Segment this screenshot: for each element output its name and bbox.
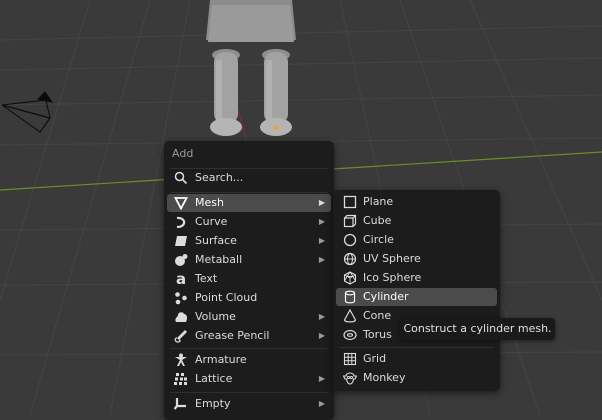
add-menu-item-metaball[interactable]: Metaball ▶ <box>167 251 331 269</box>
mesh-item-plane[interactable]: Plane <box>336 193 497 211</box>
mesh-item-cube[interactable]: Cube <box>336 212 497 230</box>
search-label: Search... <box>195 171 244 184</box>
menu-item-label: Grid <box>363 352 387 365</box>
uv-sphere-icon <box>343 252 357 266</box>
mesh-item-cylinder[interactable]: Cylinder <box>336 288 497 306</box>
add-menu-item-text[interactable]: a Text <box>167 270 331 288</box>
add-menu-item-lattice[interactable]: Lattice ▶ <box>167 370 331 388</box>
menu-item-label: UV Sphere <box>363 252 421 265</box>
mesh-submenu: Plane Cube Circle UV Sphere Ico Sphere C… <box>333 190 500 391</box>
add-menu-item-armature[interactable]: Armature <box>167 351 331 369</box>
submenu-arrow-icon: ▶ <box>318 198 325 207</box>
menu-item-label: Monkey <box>363 371 406 384</box>
menu-item-label: Grease Pencil <box>195 329 270 342</box>
add-menu-title: Add <box>172 147 194 160</box>
cube-icon <box>343 214 357 228</box>
mesh-item-monkey[interactable]: Monkey <box>336 369 497 387</box>
point-cloud-icon <box>174 291 188 305</box>
add-menu-item-empty[interactable]: Empty ▶ <box>167 395 331 413</box>
menu-item-label: Curve <box>195 215 228 228</box>
mesh-item-grid[interactable]: Grid <box>336 350 497 368</box>
separator <box>170 348 328 349</box>
add-menu-item-point-cloud[interactable]: Point Cloud <box>167 289 331 307</box>
torus-icon <box>343 328 357 342</box>
menu-item-label: Metaball <box>195 253 243 266</box>
cone-icon <box>343 309 357 323</box>
circle-icon <box>343 233 357 247</box>
grease-pencil-icon <box>174 329 188 343</box>
submenu-arrow-icon: ▶ <box>318 331 325 340</box>
menu-item-label: Ico Sphere <box>363 271 422 284</box>
menu-item-label: Volume <box>195 310 236 323</box>
add-menu-item-curve[interactable]: Curve ▶ <box>167 213 331 231</box>
submenu-arrow-icon: ▶ <box>318 236 325 245</box>
menu-item-label: Plane <box>363 195 394 208</box>
menu-item-label: Armature <box>195 353 247 366</box>
mesh-icon <box>174 196 188 210</box>
cylinder-tooltip: Construct a cylinder mesh. <box>400 318 555 340</box>
add-menu-item-mesh[interactable]: Mesh ▶ <box>167 194 331 212</box>
character-model[interactable] <box>206 0 296 136</box>
empty-icon <box>174 397 188 411</box>
monkey-icon <box>343 371 357 385</box>
surface-icon <box>174 234 188 248</box>
ico-sphere-icon <box>343 271 357 285</box>
mesh-item-uv-sphere[interactable]: UV Sphere <box>336 250 497 268</box>
search-item[interactable]: Search... <box>168 169 330 187</box>
cylinder-icon <box>343 290 357 304</box>
metaball-icon <box>174 253 188 267</box>
menu-item-label: Point Cloud <box>195 291 258 304</box>
submenu-arrow-icon: ▶ <box>318 255 325 264</box>
plane-icon <box>343 195 357 209</box>
menu-item-label: Lattice <box>195 372 233 385</box>
mesh-item-circle[interactable]: Circle <box>336 231 497 249</box>
menu-item-label: Torus <box>363 328 392 341</box>
camera-object[interactable] <box>1 91 54 133</box>
add-menu-item-grease-pencil[interactable]: Grease Pencil ▶ <box>167 327 331 345</box>
menu-item-label: Cone <box>363 309 392 322</box>
menu-item-label: Mesh <box>195 196 224 209</box>
submenu-arrow-icon: ▶ <box>318 217 325 226</box>
add-menu-item-volume[interactable]: Volume ▶ <box>167 308 331 326</box>
lattice-icon <box>174 372 188 386</box>
submenu-arrow-icon: ▶ <box>318 374 325 383</box>
menu-item-label: Cylinder <box>363 290 409 303</box>
text-icon: a <box>175 270 187 288</box>
separator <box>339 347 494 348</box>
separator <box>170 192 328 193</box>
curve-icon <box>174 215 188 229</box>
grid-icon <box>343 352 357 366</box>
menu-item-label: Empty <box>195 397 231 410</box>
add-menu: Add Search... Mesh ▶ Curve ▶ Surface ▶ M… <box>164 141 334 420</box>
search-icon <box>174 171 188 185</box>
volume-icon <box>174 310 188 324</box>
submenu-arrow-icon: ▶ <box>318 312 325 321</box>
mesh-item-ico-sphere[interactable]: Ico Sphere <box>336 269 497 287</box>
menu-item-label: Text <box>195 272 218 285</box>
menu-item-label: Circle <box>363 233 394 246</box>
separator <box>170 392 328 393</box>
submenu-arrow-icon: ▶ <box>318 399 325 408</box>
menu-item-label: Cube <box>363 214 392 227</box>
add-menu-item-surface[interactable]: Surface ▶ <box>167 232 331 250</box>
menu-item-label: Surface <box>195 234 237 247</box>
armature-icon <box>174 353 188 367</box>
